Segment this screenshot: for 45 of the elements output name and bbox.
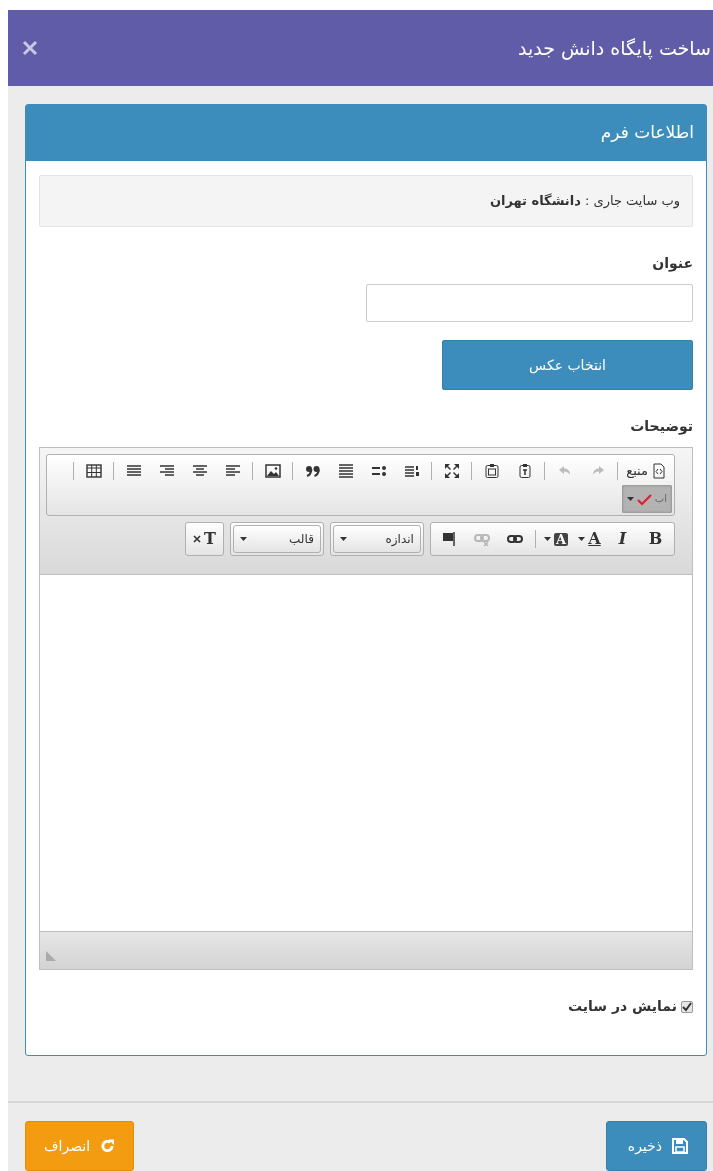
background-color-button[interactable]: A [538, 525, 573, 553]
align-left-icon [224, 463, 241, 479]
check-icon [636, 492, 652, 506]
checkbox[interactable] [681, 1000, 693, 1013]
panel-title: اطلاعات فرم [26, 105, 706, 161]
checkbox-label: نمایش در سایت [567, 997, 677, 1016]
dropdown[interactable]: قالب [232, 525, 321, 553]
paste-text-icon [516, 463, 533, 479]
save-button[interactable]: ذخیره [606, 1121, 707, 1171]
dropdown[interactable]: اندازه [332, 525, 421, 553]
caret-icon [626, 496, 634, 502]
choose-image-button[interactable]: انتخاب عکس [442, 340, 693, 390]
resize-handle-icon [46, 951, 56, 961]
flag-icon [441, 531, 458, 547]
justify-icon [125, 463, 142, 479]
remove-format-button[interactable]: T [187, 525, 221, 553]
numbered-list-icon [403, 463, 420, 479]
image-icon [264, 463, 281, 479]
current-site-text: وب سایت جاری : دانشگاه تهران [489, 192, 680, 211]
cross-icon [192, 535, 201, 543]
italic-button[interactable]: I [606, 525, 639, 553]
maximize-icon [443, 463, 460, 479]
quote-icon [304, 463, 321, 479]
close-icon[interactable] [22, 40, 38, 56]
title-input[interactable] [366, 284, 693, 322]
dialog-title: ساخت پایگاه دانش جدید [517, 35, 711, 62]
source-button[interactable]: منبع [621, 457, 672, 485]
text-color-button[interactable]: A [573, 525, 606, 553]
bold-button[interactable]: B [639, 525, 672, 553]
caret-icon [339, 536, 347, 542]
table-icon [85, 463, 102, 479]
caret-icon [578, 536, 586, 542]
source-icon [651, 463, 667, 479]
field-label: توضیحات [629, 417, 693, 437]
field-label: عنوان [651, 254, 693, 274]
horizontal-lines-icon [337, 463, 354, 479]
caret-icon [239, 536, 247, 542]
paste-word-icon [483, 463, 500, 479]
check-icon [682, 1001, 692, 1012]
align-center-icon [191, 463, 208, 479]
align-right-icon [158, 463, 175, 479]
refresh-icon [100, 1138, 115, 1154]
caret-icon [543, 536, 551, 542]
unlink-icon [474, 531, 491, 547]
bulleted-list-icon [370, 463, 387, 479]
